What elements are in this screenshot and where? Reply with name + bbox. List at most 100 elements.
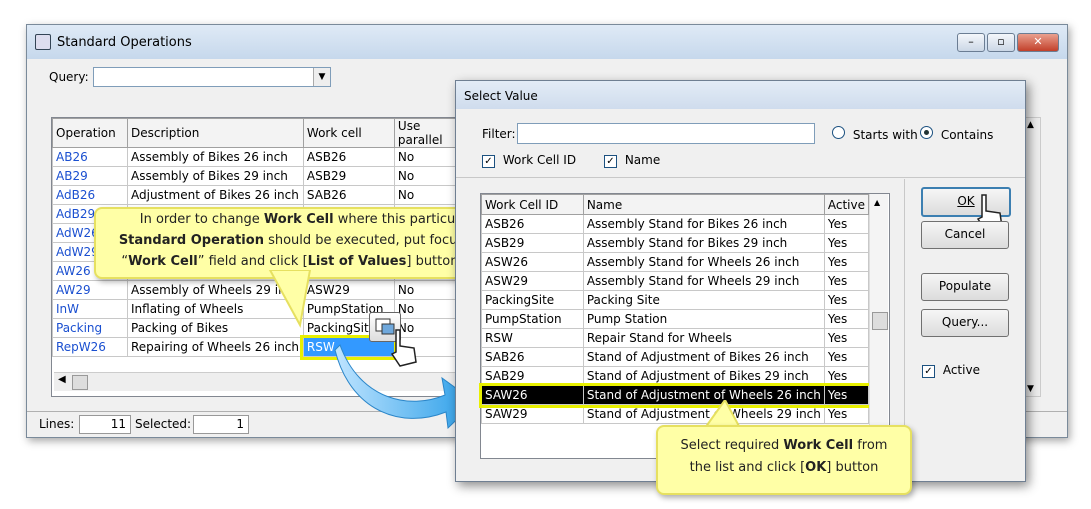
active-cell[interactable]: Yes [823, 271, 870, 291]
col-work-cell[interactable]: Work cell [302, 118, 395, 148]
name-cell[interactable]: Assembly Stand for Bikes 29 inch [582, 233, 825, 253]
table-row[interactable]: AB26 Assembly of Bikes 26 inch ASB26 No [52, 147, 463, 167]
scroll-thumb[interactable] [72, 375, 88, 390]
starts-with-radio[interactable]: Starts with [832, 126, 918, 142]
operation-cell[interactable]: AB29 [52, 166, 128, 186]
active-cell[interactable]: Yes [823, 214, 870, 234]
list-item[interactable]: SAW26 Stand of Adjustment of Wheels 26 in… [478, 382, 872, 408]
work-cell-id-checkbox[interactable]: ✓ Work Cell ID [482, 153, 576, 168]
col-use-parallel[interactable]: Use parallel [393, 118, 463, 148]
list-item[interactable]: RSW Repair Stand for Wheels Yes [481, 328, 870, 348]
name-cell[interactable]: Assembly Stand for Wheels 26 inch [582, 252, 825, 272]
description-cell[interactable]: Assembly of Bikes 29 inch [127, 166, 304, 186]
arrow-down-icon[interactable]: ▼ [1027, 384, 1034, 394]
active-cell[interactable]: Yes [823, 328, 870, 348]
name-checkbox-label: Name [624, 153, 661, 167]
list-item[interactable]: ASW26 Assembly Stand for Wheels 26 inch Ye… [481, 252, 870, 272]
active-cell[interactable]: Yes [823, 404, 870, 424]
work-cell-id-cell[interactable]: SAW29 [481, 404, 584, 424]
checkmark-icon[interactable]: ✓ [922, 365, 935, 378]
cancel-button[interactable]: Cancel [921, 221, 1009, 249]
query-combo[interactable]: ▼ [93, 67, 331, 87]
operation-cell[interactable]: AW29 [52, 280, 128, 300]
work-cell-id-cell[interactable]: SAB26 [481, 347, 584, 367]
active-cell[interactable]: Yes [823, 385, 870, 405]
table-row[interactable]: AdB26 Adjustment of Bikes 26 inch SAB26 No [52, 185, 463, 205]
description-cell[interactable]: Adjustment of Bikes 26 inch [127, 185, 304, 205]
list-item[interactable]: PumpStation Pump Station Yes [481, 309, 870, 329]
active-cell[interactable]: Yes [823, 347, 870, 367]
work-cell-id-cell[interactable]: ASB26 [481, 214, 584, 234]
active-cell[interactable]: Yes [823, 233, 870, 253]
name-cell[interactable]: Packing Site [582, 290, 825, 310]
operation-cell[interactable]: AB26 [52, 147, 128, 167]
checkmark-icon[interactable]: ✓ [482, 155, 495, 168]
work-cell-id-cell[interactable]: PackingSite [481, 290, 584, 310]
active-cell[interactable]: Yes [823, 252, 870, 272]
use-parallel-cell[interactable]: No [393, 299, 463, 319]
list-item[interactable]: SAB26 Stand of Adjustment of Bikes 26 inc… [481, 347, 870, 367]
table-row[interactable]: AB29 Assembly of Bikes 29 inch ASB29 No [52, 166, 463, 186]
active-cell[interactable]: Yes [823, 366, 870, 386]
work-cell-cell[interactable]: ASB26 [302, 147, 395, 167]
maximize-button[interactable]: ▫ [987, 33, 1015, 52]
close-button[interactable]: ✕ [1017, 33, 1059, 52]
work-cell-id-cell[interactable]: ASW26 [481, 252, 584, 272]
filter-input[interactable] [517, 123, 815, 144]
radio-off-icon[interactable] [832, 126, 845, 139]
name-cell[interactable]: Stand of Adjustment of Bikes 26 inch [582, 347, 825, 367]
radio-on-icon[interactable] [920, 126, 933, 139]
contains-radio[interactable]: Contains [920, 126, 993, 142]
lines-label: Lines: [39, 417, 75, 431]
work-cell-id-cell[interactable]: SAW26 [481, 385, 584, 405]
work-cell-id-cell[interactable]: ASB29 [481, 233, 584, 253]
use-parallel-cell[interactable]: No [393, 280, 463, 300]
name-cell[interactable]: Assembly Stand for Bikes 26 inch [582, 214, 825, 234]
col-work-cell-id[interactable]: Work Cell ID [481, 194, 584, 215]
name-cell[interactable]: Assembly Stand for Wheels 29 inch [582, 271, 825, 291]
work-cell-cell[interactable]: SAB26 [302, 185, 395, 205]
operation-cell[interactable]: RepW26 [52, 337, 128, 357]
minimize-button[interactable]: – [957, 33, 985, 52]
arrow-left-icon[interactable]: ◀ [58, 374, 66, 385]
list-item[interactable]: SAW29 Stand of Adjustment of Wheels 29 in… [481, 404, 870, 424]
arrow-up-icon[interactable]: ▲ [1027, 120, 1034, 130]
description-cell[interactable]: Assembly of Bikes 26 inch [127, 147, 304, 167]
list-item[interactable]: PackingSite Packing Site Yes [481, 290, 870, 310]
list-item[interactable]: SAB29 Stand of Adjustment of Bikes 29 inc… [481, 366, 870, 386]
list-item[interactable]: ASB26 Assembly Stand for Bikes 26 inch Yes [481, 214, 870, 234]
description-cell[interactable]: Repairing of Wheels 26 inch [127, 337, 304, 357]
work-cell-grid: Work Cell ID Name Active ASB26 Assembly S… [478, 193, 890, 459]
name-cell[interactable]: Pump Station [582, 309, 825, 329]
work-cell-cell[interactable]: ASB29 [302, 166, 395, 186]
col-description[interactable]: Description [127, 118, 304, 148]
col-operation[interactable]: Operation [52, 118, 128, 148]
operation-cell[interactable]: AdB26 [52, 185, 128, 205]
name-checkbox[interactable]: ✓ Name [604, 153, 660, 168]
populate-button[interactable]: Populate [921, 273, 1009, 301]
work-cell-id-cell[interactable]: RSW [481, 328, 584, 348]
chevron-down-icon[interactable]: ▼ [313, 68, 330, 86]
work-cell-id-cell[interactable]: SAB29 [481, 366, 584, 386]
operation-cell[interactable]: InW [52, 299, 128, 319]
use-parallel-cell[interactable]: No [393, 185, 463, 205]
col-name[interactable]: Name [582, 194, 825, 215]
query-button[interactable]: Query... [921, 309, 1009, 337]
name-cell[interactable]: Stand of Adjustment of Bikes 29 inch [582, 366, 825, 386]
active-checkbox[interactable]: ✓ Active [922, 363, 980, 378]
active-cell[interactable]: Yes [823, 309, 870, 329]
work-cell-id-cell[interactable]: ASW29 [481, 271, 584, 291]
list-item[interactable]: ASB29 Assembly Stand for Bikes 29 inch Yes [481, 233, 870, 253]
checkmark-icon[interactable]: ✓ [604, 155, 617, 168]
dialog-vertical-scrollbar[interactable]: ▲ [869, 194, 888, 456]
active-cell[interactable]: Yes [823, 290, 870, 310]
scroll-thumb[interactable] [872, 312, 888, 330]
work-cell-id-cell[interactable]: PumpStation [481, 309, 584, 329]
arrow-up-icon[interactable]: ▲ [874, 198, 880, 207]
list-item[interactable]: ASW29 Assembly Stand for Wheels 29 inch Ye… [481, 271, 870, 291]
operation-cell[interactable]: Packing [52, 318, 128, 338]
col-active[interactable]: Active [823, 194, 870, 215]
use-parallel-cell[interactable]: No [393, 166, 463, 186]
use-parallel-cell[interactable]: No [393, 147, 463, 167]
name-cell[interactable]: Repair Stand for Wheels [582, 328, 825, 348]
